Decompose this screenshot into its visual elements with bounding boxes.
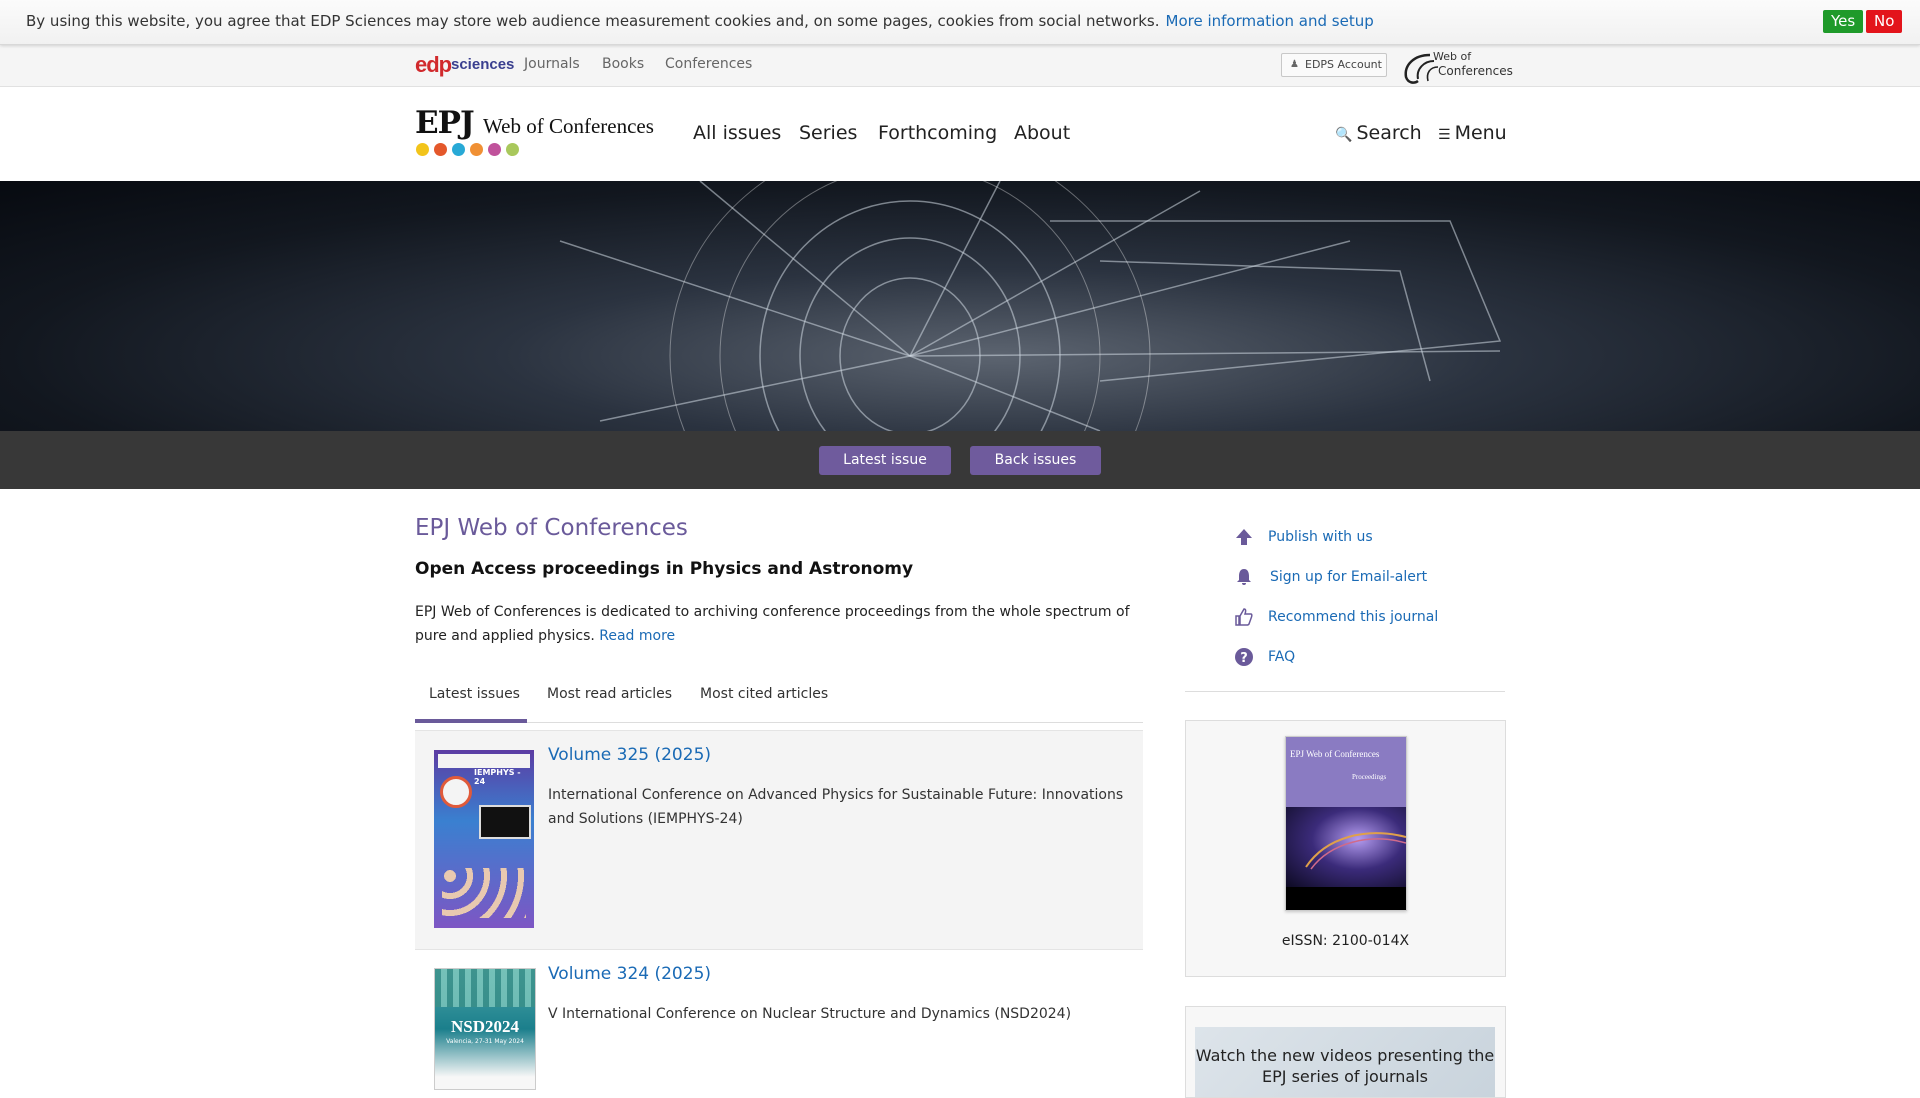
- edp-logo-text: sciences: [451, 56, 515, 73]
- video-promo-link[interactable]: Watch the new videos presenting the EPJ …: [1195, 1027, 1495, 1097]
- article-tabs: Latest issues Most read articles Most ci…: [415, 675, 1143, 723]
- back-issues-button[interactable]: Back issues: [970, 446, 1101, 475]
- woc-logo-line1: Web of: [1433, 50, 1472, 63]
- cookie-banner: By using this website, you agree that ED…: [0, 0, 1920, 45]
- logo-color-dots: [416, 141, 524, 156]
- volume-324-cover-label: NSD2024: [450, 1017, 519, 1036]
- nav-series[interactable]: Series: [799, 122, 857, 144]
- video-promo-box: Watch the new videos presenting the EPJ …: [1185, 1006, 1506, 1098]
- volume-325-cover-label: IEMPHYS - 24: [474, 768, 521, 786]
- volume-324-cover[interactable]: NSD2024 Valencia, 27-31 May 2024: [434, 968, 536, 1090]
- particle-detector-illustration: [559, 181, 1502, 431]
- question-icon: ?: [1235, 648, 1253, 666]
- journal-info-box: EPJ Web of Conferences Proceedings eISSN…: [1185, 720, 1506, 977]
- recommend-journal-label: Recommend this journal: [1268, 609, 1439, 625]
- cookie-accept-button[interactable]: Yes: [1823, 10, 1864, 33]
- bell-icon: [1237, 569, 1251, 585]
- journal-cover-sub: Proceedings: [1352, 773, 1387, 781]
- volume-324-cover-sub: Valencia, 27-31 May 2024: [446, 1038, 524, 1045]
- tab-most-read-articles[interactable]: Most read articles: [547, 686, 672, 702]
- journal-cover-image[interactable]: EPJ Web of Conferences Proceedings: [1285, 736, 1407, 911]
- journal-description: EPJ Web of Conferences is dedicated to a…: [415, 600, 1145, 648]
- hamburger-icon: ☰: [1438, 127, 1451, 143]
- eissn-label: eISSN: 2100-014X: [1281, 933, 1410, 949]
- edp-logo-mark: edp: [415, 52, 452, 77]
- journal-cover-title: EPJ Web of Conferences: [1290, 749, 1380, 759]
- edps-account-label: EDPS Account: [1305, 58, 1382, 71]
- publisher-bar: edp sciences Journals Books Conferences …: [0, 45, 1920, 87]
- search-button[interactable]: 🔍 Search: [1335, 122, 1422, 144]
- search-icon: 🔍: [1335, 127, 1353, 143]
- cookie-text: By using this website, you agree that ED…: [26, 12, 1160, 30]
- journal-description-text: EPJ Web of Conferences is dedicated to a…: [415, 604, 1130, 644]
- thumbs-up-icon: [1235, 608, 1253, 626]
- publisher-link-journals[interactable]: Journals: [524, 56, 580, 72]
- tab-latest-issues[interactable]: Latest issues: [429, 686, 520, 702]
- volume-325-title[interactable]: Volume 325 (2025): [548, 745, 711, 765]
- epj-logo-abbr: EPJ: [415, 105, 475, 141]
- publish-with-us-label: Publish with us: [1268, 529, 1373, 545]
- video-promo-text: Watch the new videos presenting the EPJ …: [1195, 1046, 1495, 1086]
- volume-324-description: V International Conference on Nuclear St…: [548, 1006, 1072, 1022]
- volume-324-title[interactable]: Volume 324 (2025): [548, 964, 711, 984]
- email-alert-label: Sign up for Email-alert: [1270, 569, 1428, 585]
- nav-forthcoming[interactable]: Forthcoming: [878, 122, 997, 144]
- cookie-decline-button[interactable]: No: [1866, 10, 1903, 33]
- tab-most-cited-articles[interactable]: Most cited articles: [700, 686, 828, 702]
- main-navigation: EPJ Web of Conferences All issues Series…: [0, 87, 1920, 181]
- svg-text:?: ?: [1240, 651, 1248, 666]
- journal-subtitle: Open Access proceedings in Physics and A…: [415, 559, 914, 579]
- journal-title: EPJ Web of Conferences: [415, 515, 688, 541]
- search-label: Search: [1356, 122, 1422, 144]
- menu-button[interactable]: ☰ Menu: [1438, 122, 1507, 144]
- menu-label: Menu: [1454, 122, 1507, 144]
- sidebar-divider: [1185, 691, 1505, 692]
- edps-account-button[interactable]: ♟ EDPS Account: [1281, 53, 1387, 77]
- volume-325-cover[interactable]: IEMPHYS - 24: [434, 750, 534, 928]
- publisher-link-books[interactable]: Books: [602, 56, 644, 72]
- volume-item: IEMPHYS - 24 Volume 325 (2025) Internati…: [415, 730, 1143, 950]
- edp-sciences-logo[interactable]: edp sciences: [415, 50, 515, 80]
- volume-item: NSD2024 Valencia, 27-31 May 2024 Volume …: [415, 950, 1143, 1090]
- web-of-conferences-logo[interactable]: Web of Conferences: [1400, 48, 1513, 84]
- upload-arrow-icon: [1236, 529, 1252, 545]
- nav-about[interactable]: About: [1014, 122, 1070, 144]
- issue-button-bar: Latest issue Back issues: [0, 431, 1920, 489]
- woc-logo-line2: Conferences: [1438, 64, 1513, 78]
- epj-woc-logo[interactable]: EPJ Web of Conferences: [415, 105, 665, 165]
- epj-logo-name: Web of Conferences: [483, 114, 654, 138]
- read-more-link[interactable]: Read more: [599, 628, 675, 644]
- cookie-message: By using this website, you agree that ED…: [26, 12, 1374, 30]
- active-tab-indicator: [415, 719, 527, 723]
- hero-banner-image: [0, 181, 1920, 431]
- user-icon: ♟: [1290, 59, 1299, 70]
- latest-issue-button[interactable]: Latest issue: [819, 446, 951, 475]
- cookie-more-info-link[interactable]: More information and setup: [1166, 12, 1374, 30]
- volume-325-description: International Conference on Advanced Phy…: [548, 787, 1124, 827]
- publisher-link-conferences[interactable]: Conferences: [665, 56, 752, 72]
- nav-all-issues[interactable]: All issues: [693, 122, 781, 144]
- faq-label: FAQ: [1268, 649, 1296, 665]
